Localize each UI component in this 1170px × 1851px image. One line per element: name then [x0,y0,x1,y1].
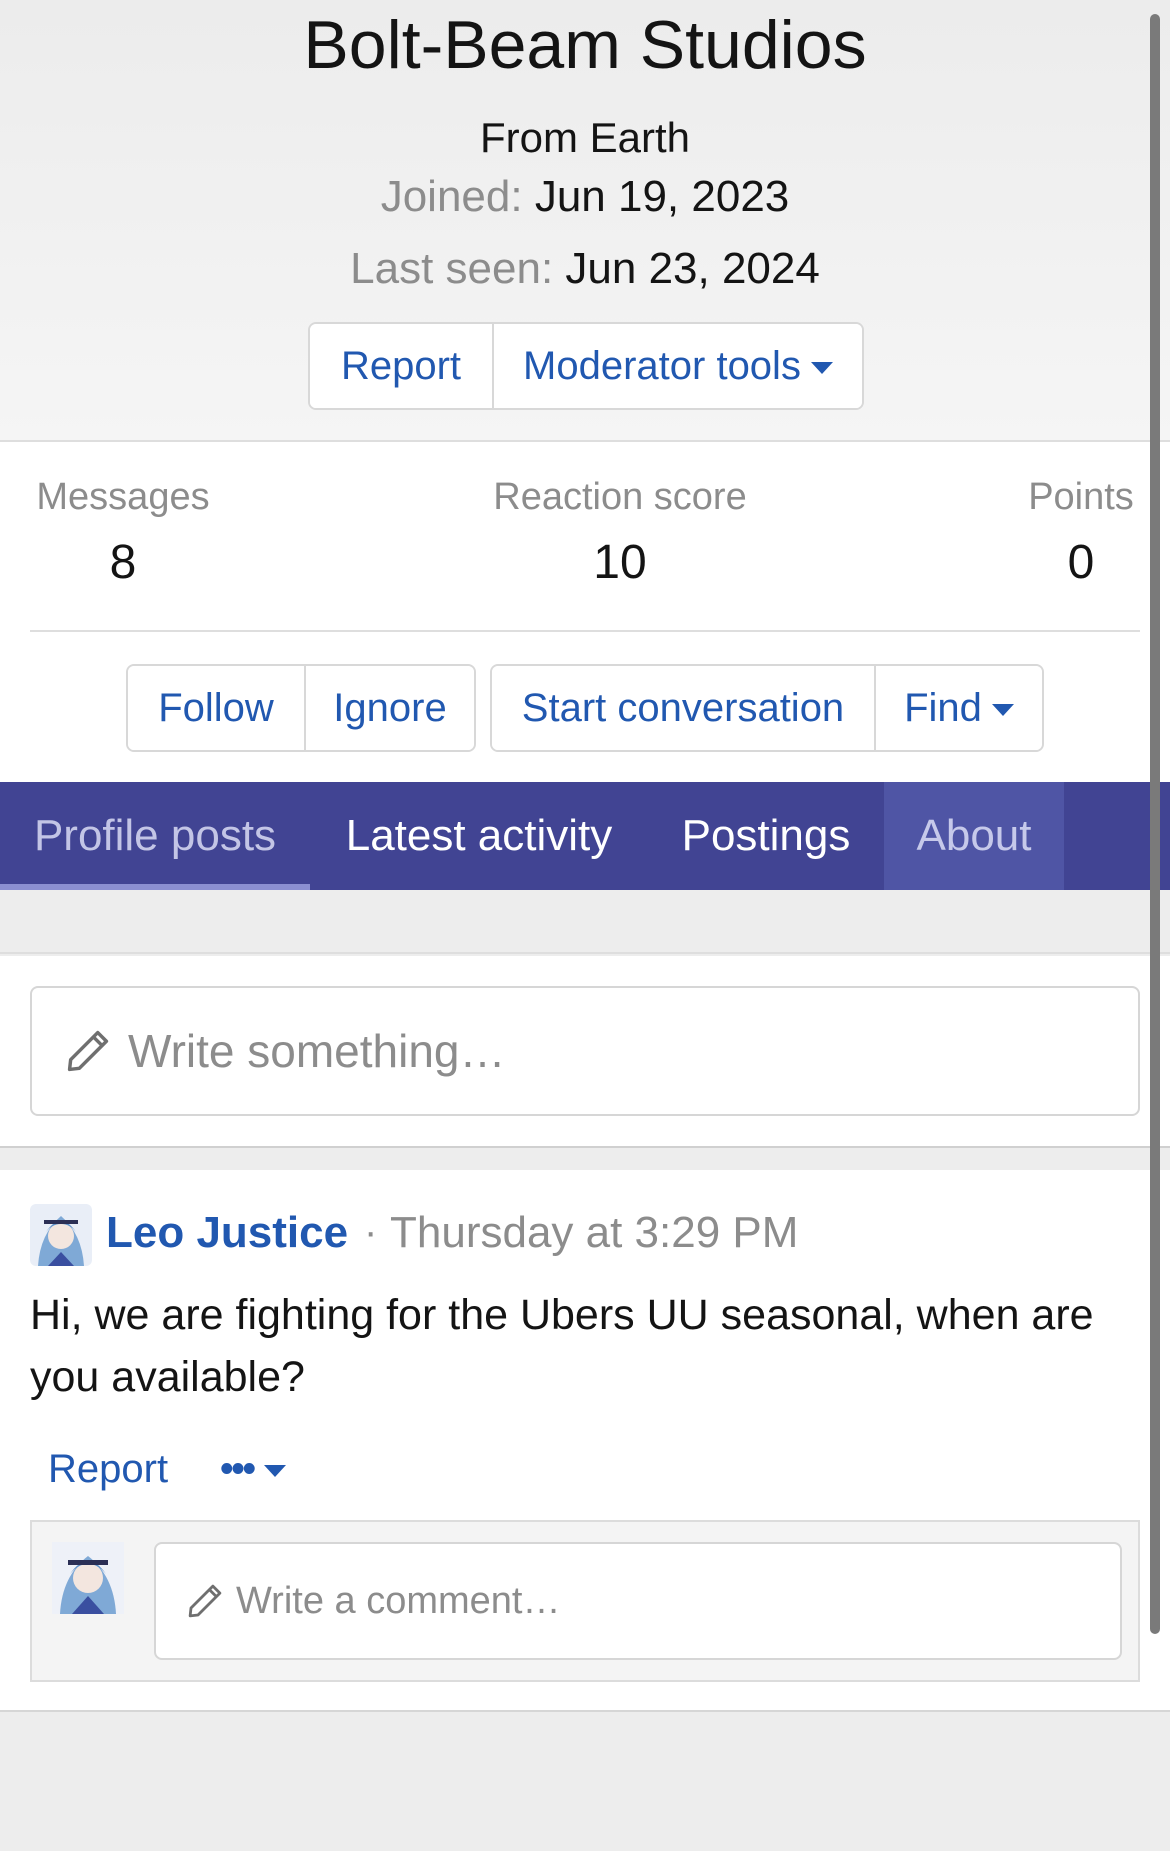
more-options-button[interactable]: ••• [220,1448,286,1491]
tab-latest-activity[interactable]: Latest activity [310,782,648,890]
start-conversation-button[interactable]: Start conversation [492,666,874,750]
moderator-tools-button[interactable]: Moderator tools [492,324,862,408]
meta-separator: · [364,1210,378,1254]
pencil-icon [188,1584,222,1618]
comment-composer: Write a comment… [30,1520,1140,1682]
section-spacer [0,890,1170,954]
points-value: 0 [1067,536,1095,589]
ellipsis-icon: ••• [220,1447,256,1490]
tab-postings[interactable]: Postings [648,782,884,890]
write-comment-placeholder: Write a comment… [236,1579,561,1622]
post-gap [0,1148,1170,1170]
follow-button[interactable]: Follow [128,666,304,750]
messages-value: 8 [109,536,137,589]
stat-reaction-score[interactable]: Reaction score 10 [470,476,770,590]
stat-messages[interactable]: Messages 8 [30,476,216,590]
write-something-placeholder: Write something… [128,1025,506,1077]
find-label: Find [904,685,982,730]
profile-name: Bolt-Beam Studios [303,7,867,83]
post-timestamp[interactable]: Thursday at 3:29 PM [390,1208,798,1258]
write-something-input[interactable]: Write something… [30,986,1140,1116]
post-body: Hi, we are fighting for the Ubers UU sea… [30,1291,1094,1401]
post-actions: Report ••• [48,1444,286,1494]
post-report-link[interactable]: Report [48,1447,168,1492]
report-profile-button[interactable]: Report [310,324,492,408]
caret-down-icon [810,362,833,374]
stat-points[interactable]: Points 0 [1022,476,1140,590]
last-seen-value: Jun 23, 2024 [565,244,820,293]
write-comment-input[interactable]: Write a comment… [154,1542,1122,1660]
page-scrollbar[interactable] [1150,14,1160,1634]
tab-about[interactable]: About [884,782,1064,890]
profile-post-composer: Write something… [0,956,1170,1148]
joined-label: Joined: [380,172,523,221]
joined-value: Jun 19, 2023 [534,172,790,221]
caret-down-icon [991,704,1014,716]
last-seen-line: Last seen: Jun 23, 2024 [0,244,1170,294]
follow-ignore-group: Follow Ignore [126,664,476,752]
last-seen-label: Last seen: [350,244,554,293]
post-author-link[interactable]: Leo Justice [106,1208,348,1258]
caret-down-icon [263,1465,286,1477]
profile-tabs: Profile posts Latest activity Postings A… [0,782,1170,890]
reaction-score-value: 10 [593,536,647,589]
pencil-icon [67,1030,109,1072]
stats-panel: Messages 8 Reaction score 10 Points 0 Fo… [0,442,1170,782]
reaction-score-label: Reaction score [493,476,747,518]
points-label: Points [1028,476,1134,518]
tab-profile-posts[interactable]: Profile posts [0,782,310,890]
find-button[interactable]: Find [874,666,1042,750]
stats-divider [30,630,1140,632]
current-user-avatar [52,1542,124,1614]
profile-header: Bolt-Beam Studios From Earth Joined: Jun… [0,0,1170,442]
profile-post: Leo Justice · Thursday at 3:29 PM Hi, we… [0,1170,1170,1712]
author-avatar[interactable] [30,1204,92,1266]
ignore-button[interactable]: Ignore [304,666,474,750]
profile-location: From Earth [479,114,691,161]
messages-label: Messages [36,476,210,518]
conversation-find-group: Start conversation Find [490,664,1044,752]
joined-line: Joined: Jun 19, 2023 [0,172,1170,222]
moderator-tools-label: Moderator tools [523,343,801,388]
header-button-group: Report Moderator tools [308,322,864,410]
